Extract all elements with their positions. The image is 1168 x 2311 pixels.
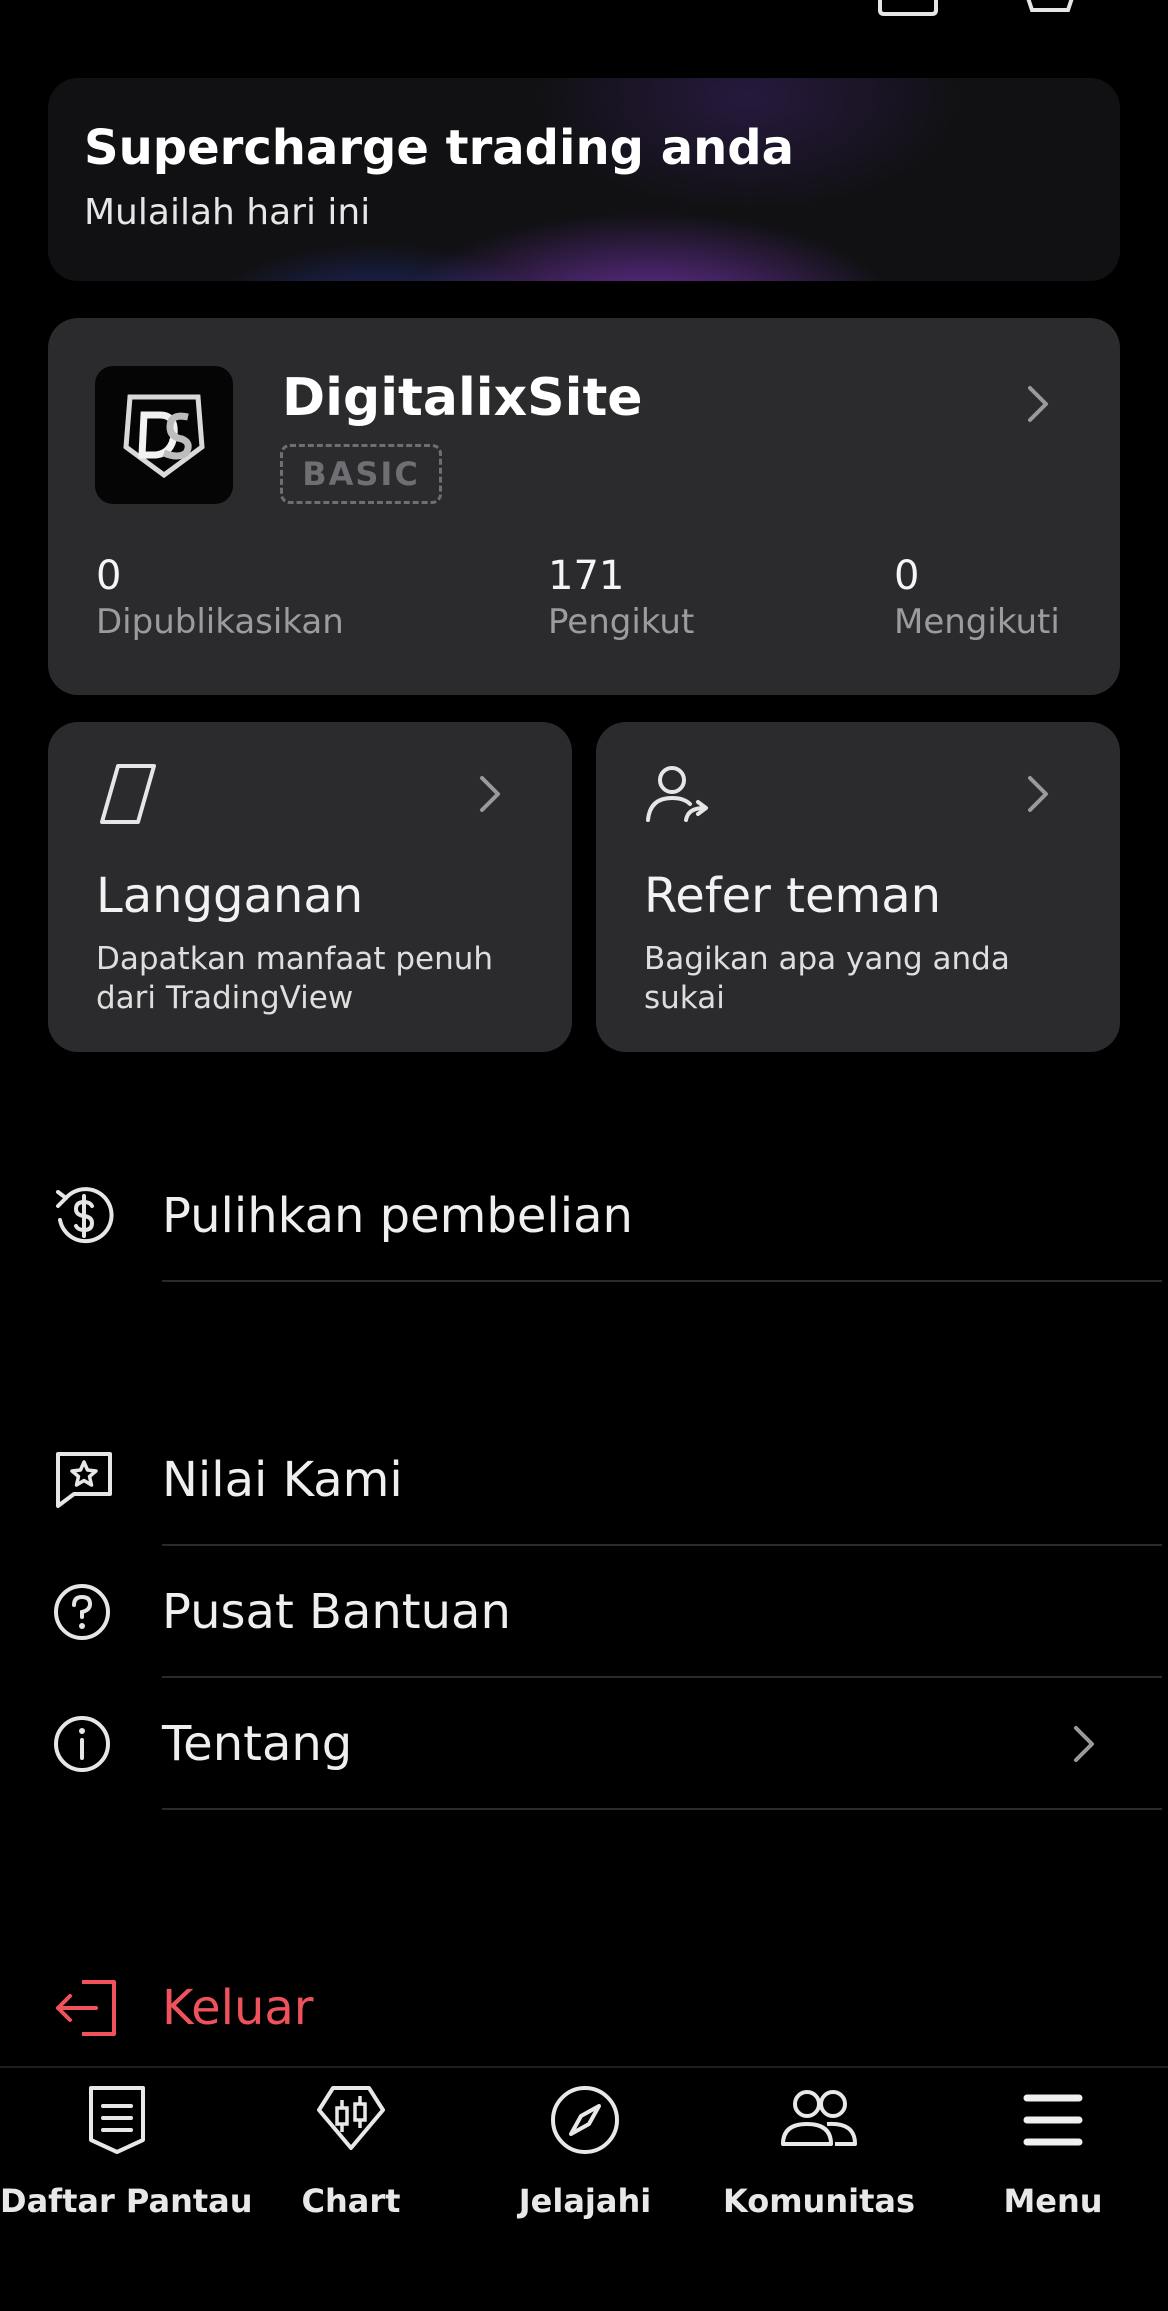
chevron-right-icon bbox=[480, 776, 500, 812]
chevron-right-icon bbox=[1074, 1726, 1094, 1762]
rate-us-label: Nilai Kami bbox=[162, 1452, 403, 1508]
stat-published-value: 0 bbox=[96, 553, 122, 599]
avatar bbox=[95, 366, 233, 504]
community-icon bbox=[781, 2090, 857, 2146]
question-icon bbox=[54, 1584, 110, 1640]
subscription-title: Langganan bbox=[96, 868, 364, 924]
help-center-label: Pusat Bantuan bbox=[162, 1584, 511, 1640]
subscription-tile[interactable]: Langganan Dapatkan manfaat penuh dari Tr… bbox=[48, 722, 572, 1052]
info-icon bbox=[54, 1716, 110, 1772]
stat-following[interactable]: 0 Mengikuti bbox=[894, 552, 1060, 644]
compass-icon bbox=[551, 2086, 619, 2154]
subscription-desc: Dapatkan manfaat penuh dari TradingView bbox=[96, 941, 494, 1016]
menu-item-logout[interactable]: Keluar bbox=[0, 1942, 1168, 2074]
plan-badge: BASIC bbox=[280, 444, 442, 504]
nav-watchlist-label: Daftar Pantau bbox=[0, 2182, 253, 2220]
restore-purchase-label: Pulihkan pembelian bbox=[162, 1188, 633, 1244]
stat-followers-value: 171 bbox=[548, 553, 625, 599]
stat-followers-label: Pengikut bbox=[548, 602, 695, 642]
stat-followers[interactable]: 171 Pengikut bbox=[548, 552, 694, 644]
nav-menu-label: Menu bbox=[1003, 2182, 1103, 2220]
star-chat-icon bbox=[56, 1452, 112, 1508]
logout-label: Keluar bbox=[162, 1980, 314, 2036]
stat-following-value: 0 bbox=[894, 553, 920, 599]
refer-friend-tile[interactable]: Refer teman Bagikan apa yang anda sukai bbox=[596, 722, 1120, 1052]
nav-explore-label: Jelajahi bbox=[518, 2182, 652, 2220]
chat-icon[interactable] bbox=[876, 0, 940, 22]
chevron-right-icon bbox=[1028, 386, 1048, 422]
nav-watchlist[interactable]: Daftar Pantau bbox=[0, 2082, 253, 2242]
logout-icon bbox=[56, 1980, 116, 2036]
profile-username: DigitalixSite bbox=[282, 368, 643, 428]
menu-icon bbox=[1023, 2094, 1083, 2146]
nav-chart-label: Chart bbox=[301, 2182, 401, 2220]
promo-subtitle: Mulailah hari ini bbox=[84, 192, 371, 233]
nav-chart[interactable]: Chart bbox=[234, 2082, 468, 2242]
refer-user-icon bbox=[646, 766, 708, 822]
nav-explore[interactable]: Jelajahi bbox=[468, 2082, 702, 2242]
chart-icon bbox=[317, 2086, 385, 2150]
nav-menu[interactable]: Menu bbox=[936, 2082, 1168, 2242]
ds-logo-icon bbox=[123, 394, 205, 479]
profile-card[interactable]: DigitalixSite BASIC 0 Dipublikasikan 171… bbox=[48, 318, 1120, 695]
refer-friend-title: Refer teman bbox=[644, 868, 942, 924]
menu-item-about[interactable]: Tentang bbox=[0, 1678, 1168, 1810]
watchlist-icon bbox=[89, 2086, 145, 2154]
divider bbox=[162, 1280, 1162, 1282]
stat-following-label: Mengikuti bbox=[894, 602, 1060, 642]
promo-banner[interactable]: Supercharge trading anda Mulailah hari i… bbox=[48, 78, 1120, 281]
bottom-nav: Daftar Pantau Chart Jelajahi Komunitas M… bbox=[0, 2066, 1168, 2311]
notification-icon[interactable] bbox=[1018, 0, 1082, 22]
chevron-right-icon bbox=[1028, 776, 1048, 812]
nav-community-label: Komunitas bbox=[722, 2182, 916, 2220]
promo-title: Supercharge trading anda bbox=[84, 120, 795, 176]
top-toolbar bbox=[768, 0, 1168, 20]
menu-item-rate-us[interactable]: Nilai Kami bbox=[0, 1414, 1168, 1546]
menu-screen: Supercharge trading anda Mulailah hari i… bbox=[0, 0, 1168, 2311]
subscription-icon bbox=[100, 764, 156, 824]
menu-item-help-center[interactable]: Pusat Bantuan bbox=[0, 1546, 1168, 1678]
refer-friend-desc: Bagikan apa yang anda sukai bbox=[644, 941, 1010, 1016]
about-label: Tentang bbox=[162, 1716, 353, 1772]
nav-community[interactable]: Komunitas bbox=[702, 2082, 936, 2242]
stat-published-label: Dipublikasikan bbox=[96, 602, 344, 642]
divider bbox=[162, 1808, 1162, 1810]
dollar-refresh-icon bbox=[56, 1187, 114, 1244]
menu-item-restore-purchase[interactable]: Pulihkan pembelian bbox=[0, 1150, 1168, 1282]
stat-published[interactable]: 0 Dipublikasikan bbox=[96, 552, 344, 644]
